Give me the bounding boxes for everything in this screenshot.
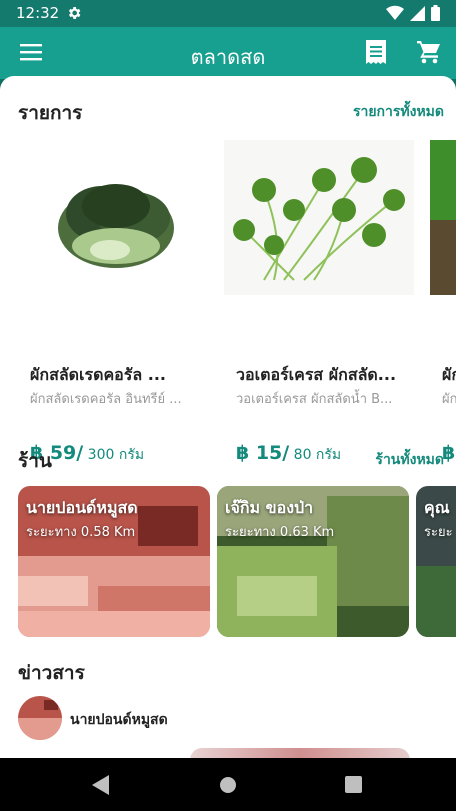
product-description: วอเตอร์เครส ผักสลัดน้ำ B... <box>236 392 393 407</box>
shop-distance: ระยะ <box>424 525 453 540</box>
cart-icon[interactable] <box>416 39 442 65</box>
product-card[interactable]: วอเตอร์เครส ผักสลัด... วอเตอร์เครส ผักสล… <box>224 140 414 464</box>
product-image <box>224 140 414 295</box>
product-name: ผัก <box>442 365 456 384</box>
price-unit: 300 กรัม <box>83 447 145 463</box>
avatar[interactable] <box>18 696 62 740</box>
price-value: ฿ 15/ <box>236 442 290 464</box>
settings-icon <box>68 7 81 19</box>
news-section-title: ข่าวสาร <box>18 662 85 684</box>
status-time: 12:32 <box>16 4 60 22</box>
product-price: ฿ 15/ 80 กรัม <box>236 442 341 466</box>
product-image <box>18 140 208 295</box>
shop-distance: ระยะทาง 0.63 Km <box>225 525 335 540</box>
signal-icon <box>410 5 425 21</box>
product-card[interactable]: ผัก ผัก ฿ <box>430 140 456 464</box>
app-bar: ตลาดสด <box>0 27 456 79</box>
product-name: ผักสลัดเรดคอรัล ... <box>30 365 166 384</box>
receipt-icon[interactable] <box>364 39 388 65</box>
product-image <box>430 140 456 295</box>
product-card[interactable]: ผักสลัดเรดคอรัล ... ผักสลัดเรดคอรัล อินท… <box>18 140 208 464</box>
shop-name: เจ๊กิม ของป่า <box>225 498 314 517</box>
battery-icon <box>431 5 440 21</box>
shop-distance: ระยะทาง 0.58 Km <box>26 525 136 540</box>
news-image[interactable] <box>190 748 410 758</box>
shops-see-all-link[interactable]: ร้านทั้งหมด <box>375 449 444 471</box>
main-content: รายการ รายการทั้งหมด ผักสลัดเรดคอรัล ...… <box>0 76 456 758</box>
status-bar: 12:32 <box>0 0 456 27</box>
shop-card[interactable]: เจ๊กิม ของป่า ระยะทาง 0.63 Km <box>217 486 409 637</box>
product-description: ผักสลัดเรดคอรัล อินทรีย์ ... <box>30 392 182 407</box>
product-name: วอเตอร์เครส ผักสลัด... <box>236 365 397 384</box>
back-icon[interactable] <box>92 775 110 795</box>
product-description: ผัก <box>442 392 456 407</box>
price-unit: 80 กรัม <box>289 447 342 463</box>
shop-name: คุณ <box>424 498 450 517</box>
shop-name: นายปอนด์หมูสด <box>26 498 138 517</box>
home-icon[interactable] <box>219 776 237 794</box>
news-author[interactable]: นายปอนด์หมูสด <box>70 709 168 731</box>
wifi-icon <box>386 5 404 21</box>
shop-card[interactable]: คุณ ระยะ <box>416 486 456 637</box>
shop-card[interactable]: นายปอนด์หมูสด ระยะทาง 0.58 Km <box>18 486 210 637</box>
shops-section-title: ร้าน <box>18 450 52 472</box>
recents-icon[interactable] <box>345 776 362 793</box>
system-nav-bar <box>0 758 456 811</box>
products-section-title: รายการ <box>18 102 83 124</box>
products-see-all-link[interactable]: รายการทั้งหมด <box>353 101 444 123</box>
